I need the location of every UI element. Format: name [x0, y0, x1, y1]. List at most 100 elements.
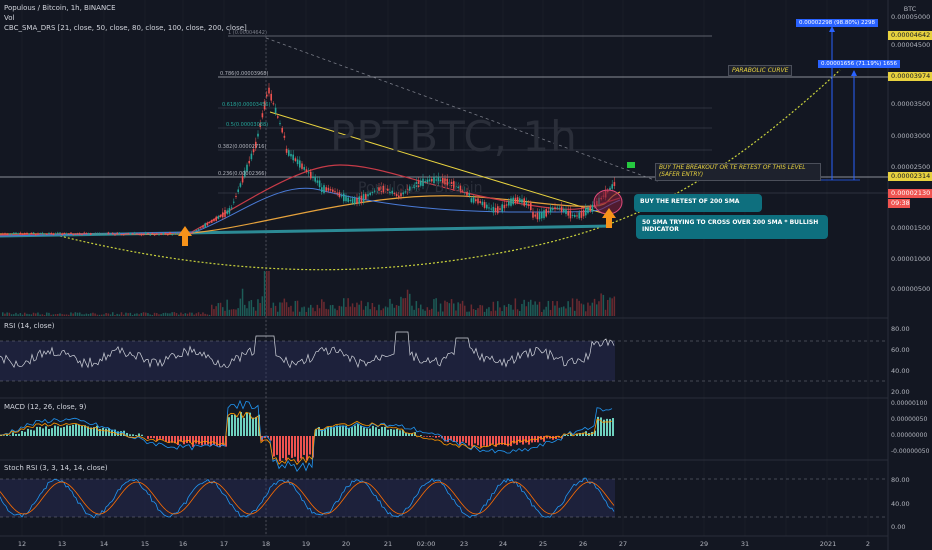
volume-bar [547, 300, 550, 316]
volume-bar [270, 307, 272, 316]
volume-bar [453, 303, 455, 316]
volume-bar [26, 313, 28, 316]
price-tick: 0.00005000 [891, 13, 931, 21]
volume-bar [391, 303, 393, 316]
indicator-legend[interactable]: CBC_SMA_DRS [21, close, 50, close, 80, c… [4, 24, 247, 32]
volume-bar [156, 313, 158, 316]
volume-bar [59, 313, 61, 316]
volume-bar [167, 313, 169, 316]
time-tick: 24 [498, 540, 508, 548]
volume-bar [461, 300, 464, 316]
volume-bar [261, 296, 264, 316]
volume-bar [516, 309, 519, 316]
volume-bar [310, 304, 312, 316]
volume-bar [574, 310, 576, 316]
volume-bar [336, 310, 338, 316]
measure-label-top[interactable]: 0.00002298 (98.80%) 2298 [796, 19, 878, 27]
volume-bar [384, 306, 387, 316]
volume-bar [248, 301, 250, 316]
volume-bar [472, 309, 475, 316]
volume-bar [613, 296, 616, 316]
volume-bar [600, 293, 602, 316]
volume-bar [585, 311, 587, 316]
volume-bar [296, 300, 299, 316]
chart-canvas[interactable] [0, 0, 932, 550]
rsi-title[interactable]: RSI (14, close) [4, 322, 54, 330]
volume-bar [466, 311, 468, 316]
breakout-note[interactable]: BUY THE BREAKOUT OR TE RETEST OF THIS LE… [655, 163, 821, 181]
volume-bar [153, 312, 156, 316]
volume-bar [316, 304, 319, 316]
volume-bar [169, 313, 171, 316]
volume-bar [422, 309, 424, 316]
volume-bar [28, 314, 30, 316]
volume-bar [556, 301, 558, 316]
time-tick: 18 [261, 540, 271, 548]
time-tick: 29 [699, 540, 709, 548]
volume-bar [63, 314, 66, 316]
volume-bar [464, 305, 466, 316]
volume-bar [362, 309, 365, 316]
volume-bar [279, 302, 281, 316]
measure-label-mid[interactable]: 0.00001656 (71.19%) 1656 [818, 60, 900, 68]
volume-bar [112, 312, 114, 316]
volume-bar [228, 309, 231, 316]
price-range-measure[interactable] [820, 26, 860, 181]
volume-bar [246, 308, 248, 316]
volume-bar [116, 313, 118, 316]
volume-bar [609, 297, 611, 316]
volume-bar [118, 314, 121, 316]
volume-bar [486, 308, 488, 316]
volume-bar [323, 301, 325, 316]
volume-bar [4, 313, 6, 316]
volume-bar [263, 271, 266, 316]
volume-bar [446, 301, 448, 316]
volume-bar [354, 307, 356, 316]
volume-bar [189, 312, 191, 316]
volume-bar [389, 298, 391, 316]
cross-callout[interactable]: 50 SMA TRYING TO CROSS OVER 200 SMA * BU… [636, 215, 828, 239]
volume-bar [402, 298, 404, 316]
macd-title[interactable]: MACD (12, 26, close, 9) [4, 403, 86, 411]
volume-bar [127, 313, 129, 316]
volume-bar [61, 314, 63, 316]
price-tick: 0.00003000 [891, 132, 931, 140]
volume-bar [17, 314, 19, 316]
volume-bar [501, 311, 503, 316]
retest-callout[interactable]: BUY THE RETEST OF 200 SMA [634, 194, 762, 212]
volume-bar [549, 309, 552, 316]
volume-bar [158, 314, 160, 316]
volume-bar [607, 299, 609, 316]
up-arrow-icon [178, 226, 192, 246]
volume-bar [587, 302, 589, 316]
stoch-title[interactable]: Stoch RSI (3, 3, 14, 14, close) [4, 464, 108, 472]
volume-bar [450, 299, 453, 316]
volume-bar [120, 312, 123, 316]
volume-bar [15, 312, 17, 316]
volume-bar [74, 312, 77, 316]
fib-label-0236: 0.236(0.00002366) [218, 171, 267, 177]
volume-bar [444, 300, 446, 316]
volume-bar [274, 305, 277, 316]
volume-bar [294, 300, 297, 316]
volume-bar [459, 303, 462, 316]
volume-bar [545, 306, 547, 316]
fib-label-0382: 0.382(0.00002716) [218, 144, 267, 150]
price-tick: 0.00000500 [891, 285, 931, 293]
volume-bar [186, 313, 189, 316]
pane-separators [0, 0, 889, 550]
volume-bar [129, 312, 132, 316]
volume-bar [521, 303, 523, 316]
volume-bar [358, 304, 360, 316]
volume-bar [409, 293, 411, 316]
price-axis-currency: BTC [903, 5, 917, 13]
parabolic-curve-label[interactable]: PARABOLIC CURVE [728, 65, 793, 76]
volume-bar [576, 298, 578, 316]
volume-bar [598, 301, 600, 316]
volume-bar [151, 314, 154, 316]
volume-bar [431, 308, 433, 316]
symbol-title[interactable]: Populous / Bitcoin, 1h, BINANCE [4, 4, 116, 12]
volume-bar [103, 314, 105, 316]
volume-label[interactable]: Vol [4, 14, 14, 22]
macd-tick: 0.00000000 [891, 432, 928, 439]
